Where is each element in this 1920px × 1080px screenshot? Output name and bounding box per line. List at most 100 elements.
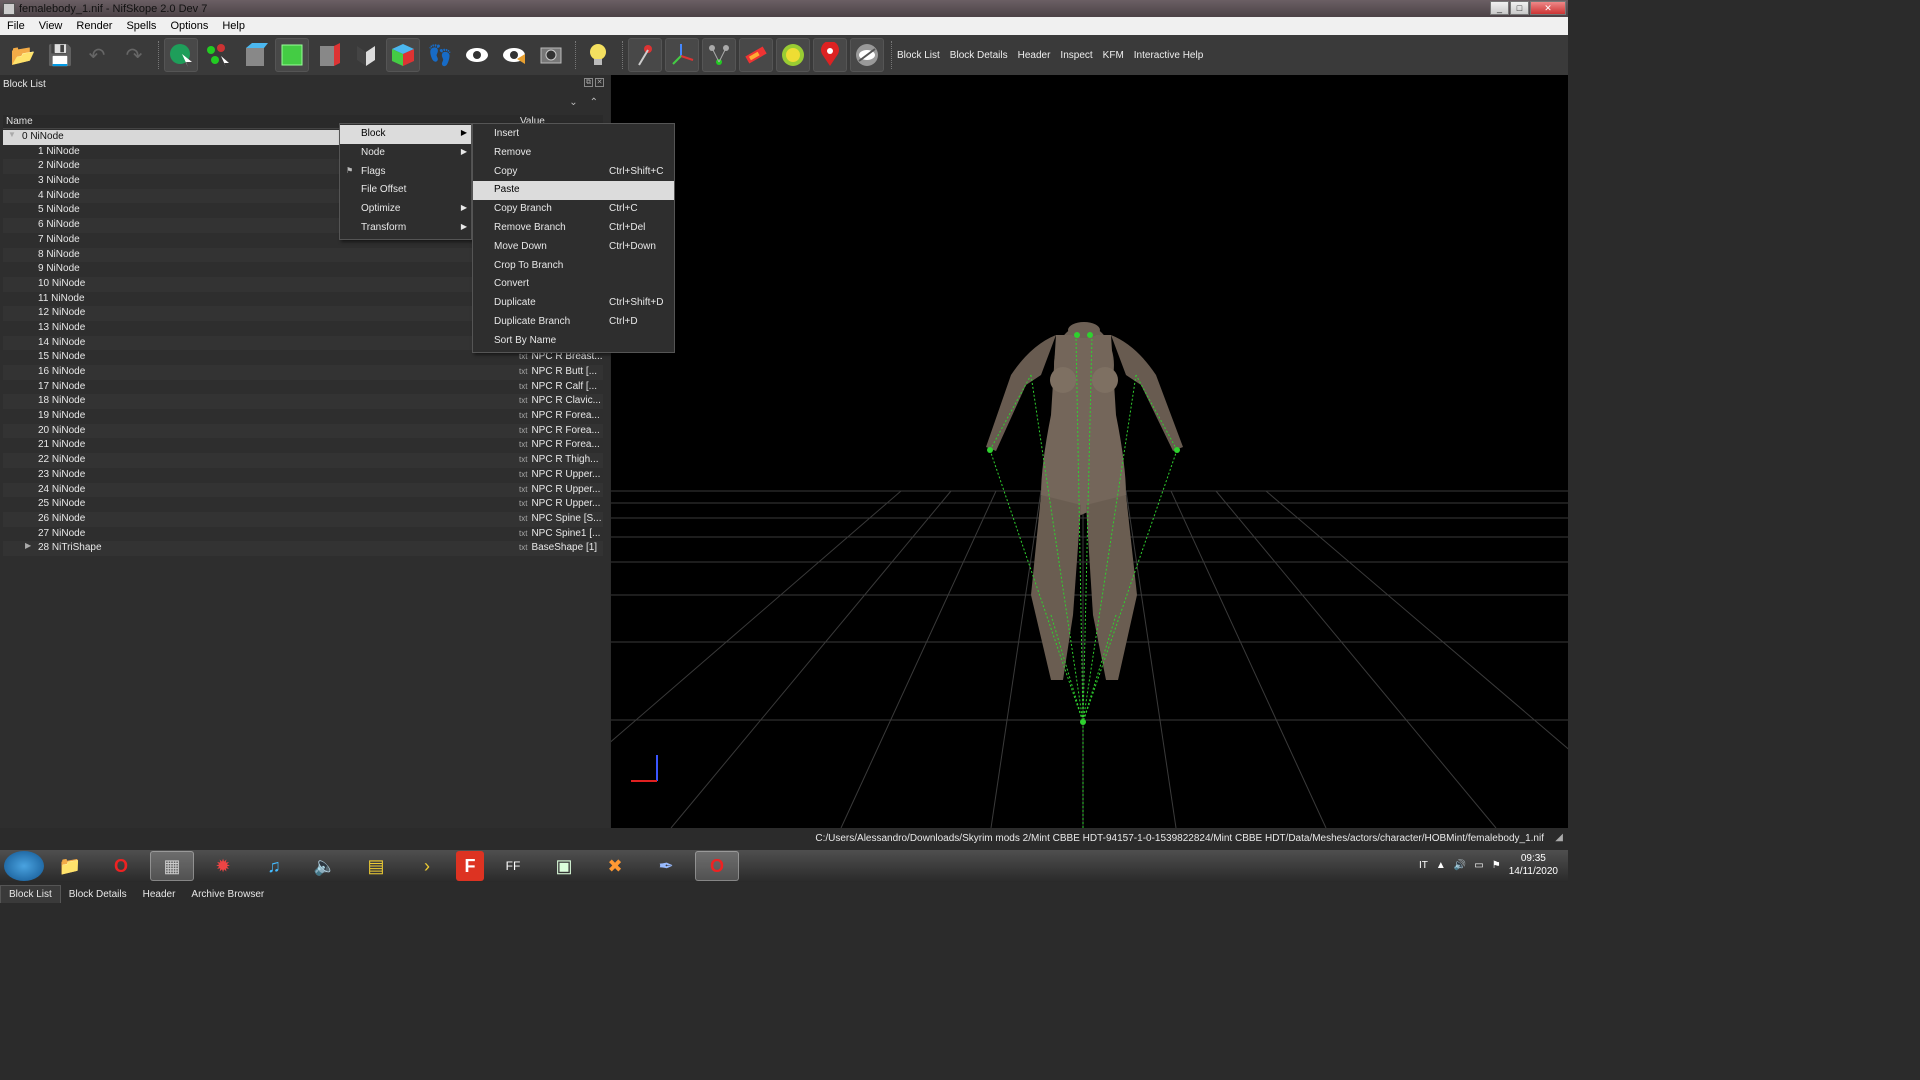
view-flip-icon[interactable] <box>349 38 383 72</box>
submenu-item-duplicate[interactable]: Duplicate Ctrl+Shift+D <box>473 294 674 313</box>
tool-icon[interactable]: › <box>405 851 449 881</box>
tree-row[interactable]: 24 NiNode txt NPC R Upper... <box>3 482 603 498</box>
menu-item-node[interactable]: Node ▶ <box>340 144 471 163</box>
submenu-item-copy[interactable]: Copy Ctrl+Shift+C <box>473 163 674 182</box>
toolbar-inspect[interactable]: Inspect <box>1060 50 1092 61</box>
textures-icon[interactable] <box>776 38 810 72</box>
submenu-item-paste[interactable]: Paste <box>473 181 674 201</box>
submenu-item-duplicate-branch[interactable]: Duplicate Branch Ctrl+D <box>473 313 674 332</box>
f-app-icon[interactable]: F <box>456 851 484 881</box>
menu-options[interactable]: Options <box>163 20 215 32</box>
select-vertex-icon[interactable] <box>201 38 235 72</box>
feather-icon[interactable]: ✒ <box>644 851 688 881</box>
tree-row[interactable]: 21 NiNode txt NPC R Forea... <box>3 438 603 453</box>
game-icon[interactable]: ✹ <box>201 851 245 881</box>
menu-help[interactable]: Help <box>215 20 252 32</box>
editor-icon[interactable]: ▤ <box>354 851 398 881</box>
submenu-item-sort-by-name[interactable]: Sort By Name <box>473 332 674 351</box>
select-object-icon[interactable] <box>164 38 198 72</box>
menu-item-block[interactable]: Block ▶ <box>340 125 471 144</box>
tree-row[interactable]: 17 NiNode txt NPC R Calf [... <box>3 380 603 395</box>
menu-spells[interactable]: Spells <box>119 20 163 32</box>
tree-row[interactable]: 19 NiNode txt NPC R Forea... <box>3 409 603 424</box>
menu-item-file-offset[interactable]: File Offset <box>340 181 471 200</box>
opera-icon[interactable]: O <box>99 851 143 881</box>
tree-row[interactable]: 20 NiNode txt NPC R Forea... <box>3 423 603 439</box>
tree-row[interactable]: 27 NiNode txt NPC Spine1 [... <box>3 527 603 542</box>
view-side-icon[interactable] <box>312 38 346 72</box>
menu-view[interactable]: View <box>32 20 70 32</box>
toolbar-block-details[interactable]: Block Details <box>950 50 1008 61</box>
tab-archive-browser[interactable]: Archive Browser <box>183 886 272 903</box>
view-user-icon[interactable] <box>386 38 420 72</box>
volume-icon[interactable]: 🔊 <box>1454 860 1466 871</box>
save-icon[interactable]: 💾 <box>43 38 77 72</box>
lighting-icon[interactable] <box>581 38 615 72</box>
menu-file[interactable]: File <box>0 20 32 32</box>
tree-row[interactable]: 18 NiNode txt NPC R Clavic... <box>3 394 603 410</box>
expand-all-icon[interactable]: ⌄ <box>569 97 577 108</box>
window-app-icon[interactable]: ▣ <box>542 851 586 881</box>
material-icon[interactable] <box>739 38 773 72</box>
hide-icon[interactable] <box>850 38 884 72</box>
toolbar-interactive-help[interactable]: Interactive Help <box>1134 50 1203 61</box>
body-mesh[interactable] <box>986 322 1183 680</box>
submenu-item-copy-branch[interactable]: Copy Branch Ctrl+C <box>473 200 674 219</box>
pin-icon[interactable] <box>628 38 662 72</box>
hidden-visibility-icon[interactable] <box>497 38 531 72</box>
submenu-item-crop-to-branch[interactable]: Crop To Branch <box>473 257 674 276</box>
music-icon[interactable]: ♫ <box>252 851 296 881</box>
explorer-icon[interactable]: 📁 <box>48 851 92 881</box>
minimize-button[interactable]: _ <box>1490 1 1509 15</box>
tab-block-list[interactable]: Block List <box>0 885 61 903</box>
render-viewport[interactable] <box>611 75 1568 828</box>
toolbar-header[interactable]: Header <box>1018 50 1051 61</box>
submenu-item-insert[interactable]: Insert <box>473 125 674 144</box>
walk-icon[interactable]: 👣 <box>423 38 457 72</box>
tree-row[interactable]: 26 NiNode txt NPC Spine [S... <box>3 511 603 527</box>
undo-icon[interactable]: ↶ <box>80 38 114 72</box>
ff-app-icon[interactable]: FF <box>491 851 535 881</box>
clock[interactable]: 09:35 14/11/2020 <box>1509 852 1558 878</box>
expand-arrow-icon[interactable]: ▶ <box>25 541 31 550</box>
axes-icon[interactable] <box>665 38 699 72</box>
open-file-icon[interactable]: 📂 <box>6 38 40 72</box>
toolbar-kfm[interactable]: KFM <box>1103 50 1124 61</box>
network-icon[interactable]: ▭ <box>1474 860 1483 871</box>
submenu-item-move-down[interactable]: Move Down Ctrl+Down <box>473 238 674 257</box>
menu-item-flags[interactable]: ⚑ Flags <box>340 163 471 182</box>
close-panel-button[interactable]: ✕ <box>595 78 604 87</box>
redo-icon[interactable]: ↷ <box>117 38 151 72</box>
tree-row[interactable]: 25 NiNode txt NPC R Upper... <box>3 497 603 512</box>
submenu-item-remove[interactable]: Remove <box>473 144 674 163</box>
x-app-icon[interactable]: ✖ <box>593 851 637 881</box>
float-panel-button[interactable]: ⧉ <box>584 78 593 87</box>
tree-row[interactable]: 22 NiNode txt NPC R Thigh... <box>3 453 603 468</box>
toolbar-block-list[interactable]: Block List <box>897 50 940 61</box>
close-button[interactable]: ✕ <box>1530 1 1566 15</box>
language-indicator[interactable]: IT <box>1419 860 1428 871</box>
menu-item-optimize[interactable]: Optimize ▶ <box>340 200 471 219</box>
media-icon[interactable]: ▦ <box>150 851 194 881</box>
tree-row[interactable]: 16 NiNode txt NPC R Butt [... <box>3 365 603 380</box>
collapse-arrow-icon[interactable]: ▼ <box>8 130 16 139</box>
start-button[interactable] <box>4 851 44 881</box>
nodes-icon[interactable] <box>702 38 736 72</box>
maximize-button[interactable]: □ <box>1510 1 1529 15</box>
menu-item-transform[interactable]: Transform ▶ <box>340 219 471 238</box>
tab-header[interactable]: Header <box>135 886 184 903</box>
marker-icon[interactable] <box>813 38 847 72</box>
tree-row[interactable]: 28 NiTriShape ▶ txt BaseShape [1] <box>3 541 603 556</box>
column-name[interactable]: Name <box>6 116 33 127</box>
tree-row[interactable]: 23 NiNode txt NPC R Upper... <box>3 468 603 483</box>
menu-render[interactable]: Render <box>69 20 119 32</box>
view-front-icon[interactable] <box>275 38 309 72</box>
flag-icon[interactable]: ⚑ <box>1492 860 1501 871</box>
resize-grip-icon[interactable]: ◢ <box>1555 832 1563 843</box>
tray-expand-icon[interactable]: ▲ <box>1436 860 1446 871</box>
submenu-item-remove-branch[interactable]: Remove Branch Ctrl+Del <box>473 219 674 238</box>
collapse-all-icon[interactable]: ⌃ <box>590 97 598 108</box>
audio-icon[interactable]: 🔈 <box>303 851 347 881</box>
submenu-item-convert[interactable]: Convert <box>473 275 674 294</box>
visibility-icon[interactable] <box>460 38 494 72</box>
